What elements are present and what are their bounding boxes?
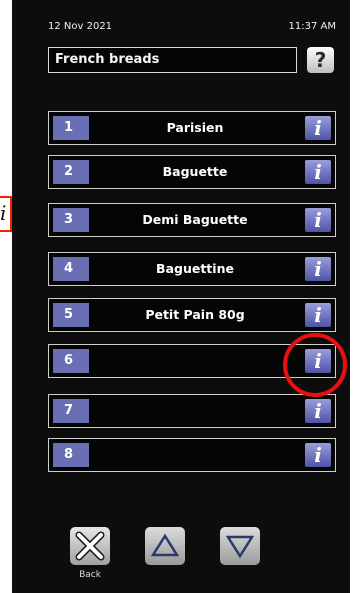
program-row-1[interactable]: 1 Parisien i [48,111,336,145]
program-number: 6 [53,349,89,373]
status-time: 11:37 AM [288,21,336,32]
info-icon: i [314,257,322,281]
triangle-up-icon [150,533,180,557]
program-number: 1 [53,116,89,140]
info-button[interactable]: i [305,208,331,232]
program-label: Baguette [162,164,228,179]
program-label: Baguettine [156,261,234,276]
info-button[interactable]: i [305,116,331,140]
info-button[interactable]: i [305,443,331,467]
program-label: Petit Pain 80g [145,307,245,322]
program-label: Demi Baguette [142,212,248,227]
program-label [93,439,297,471]
triangle-down-icon [225,535,255,559]
program-row-4[interactable]: 4 Baguettine i [48,252,336,286]
program-number: 3 [53,208,89,232]
device-screen [12,0,350,593]
program-label [93,395,297,427]
program-row-5[interactable]: 5 Petit Pain 80g i [48,298,336,332]
program-number: 4 [53,257,89,281]
program-number: 8 [53,443,89,467]
program-label: Parisien [166,120,224,135]
program-row-2[interactable]: 2 Baguette i [48,155,336,189]
close-icon [75,531,105,561]
info-icon: i [314,116,322,140]
info-button[interactable]: i [305,399,331,423]
back-button[interactable] [70,527,110,565]
annotation-label: i [0,201,7,225]
info-button[interactable]: i [305,257,331,281]
info-button[interactable]: i [305,303,331,327]
info-icon: i [314,160,322,184]
status-bar: 12 Nov 2021 11:37 AM [48,21,344,35]
program-row-7[interactable]: 7 i [48,394,336,428]
scroll-up-button[interactable] [145,527,185,565]
status-date: 12 Nov 2021 [48,21,113,32]
info-button[interactable]: i [305,160,331,184]
help-button[interactable]: ? [307,47,334,73]
highlight-circle [283,333,347,397]
program-number: 7 [53,399,89,423]
scroll-down-button[interactable] [220,527,260,565]
info-icon: i [314,208,322,232]
program-row-8[interactable]: 8 i [48,438,336,472]
program-number: 5 [53,303,89,327]
program-number: 2 [53,160,89,184]
info-icon: i [314,303,322,327]
program-row-3[interactable]: 3 Demi Baguette i [48,203,336,237]
info-icon: i [314,399,322,423]
program-label [93,345,297,377]
question-mark-icon: ? [314,48,327,72]
back-label: Back [79,570,101,580]
info-icon: i [314,443,322,467]
page-title: French breads [48,47,297,73]
